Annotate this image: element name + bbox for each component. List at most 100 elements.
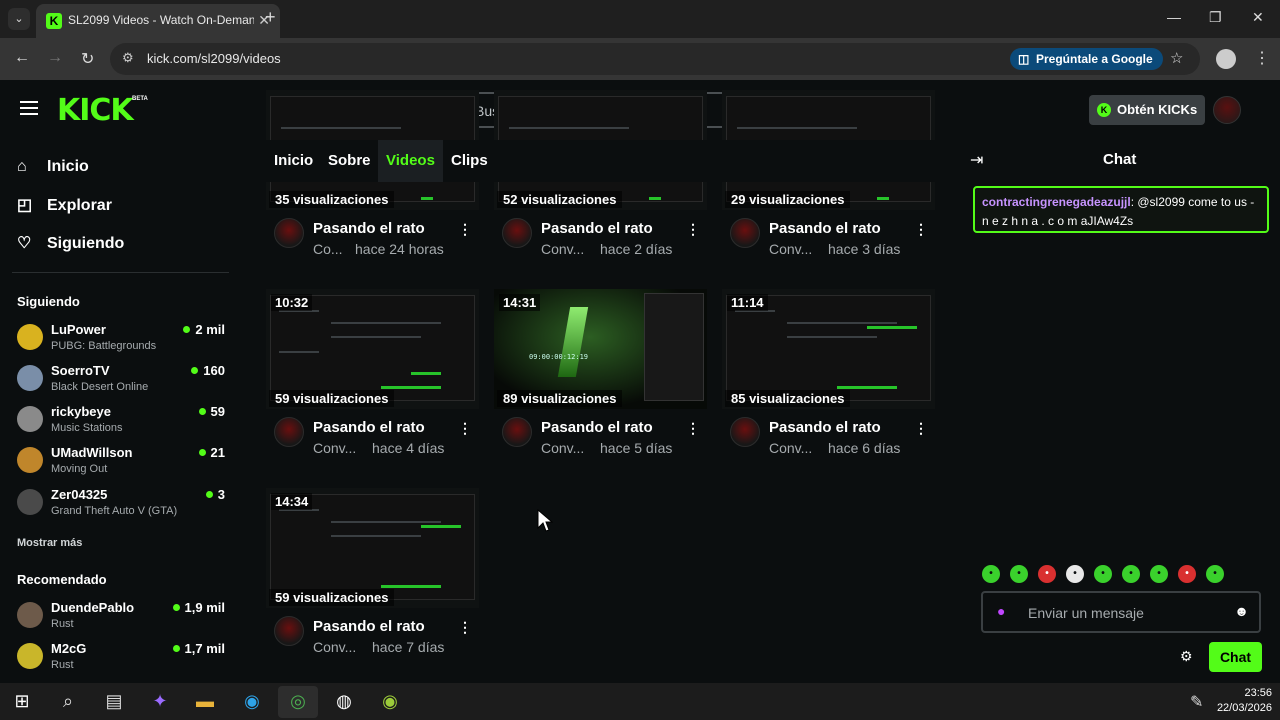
channel-item[interactable]: M2cG Rust 1,7 mil — [17, 641, 227, 677]
channel-item[interactable]: rickybeye Music Stations 59 — [17, 404, 227, 440]
sidebar-label: Inicio — [47, 158, 89, 175]
hamburger-menu-icon[interactable] — [20, 101, 38, 115]
video-meta-category: Co... — [313, 241, 343, 257]
video-title[interactable]: Pasando el rato — [313, 618, 425, 635]
clock[interactable]: 23:56 22/03/2026 — [1217, 686, 1272, 716]
bookmark-star-icon[interactable]: ☆ — [1170, 49, 1183, 67]
tab-title: SL2099 Videos - Watch On-Demand — [68, 13, 254, 27]
channel-item[interactable]: Zer04325 Grand Theft Auto V (GTA) 3 — [17, 487, 227, 523]
emote-icon[interactable]: • — [1094, 565, 1112, 583]
collapse-chat-icon[interactable]: ⇥ — [970, 150, 983, 170]
channel-avatar[interactable] — [730, 417, 760, 447]
video-thumbnail[interactable]: 11:14 85 visualizaciones — [722, 289, 935, 409]
emote-icon[interactable]: • — [1150, 565, 1168, 583]
browser-tab[interactable]: K SL2099 Videos - Watch On-Demand ✕ — [36, 4, 280, 38]
show-more-link[interactable]: Mostrar más — [17, 537, 82, 549]
chat-message[interactable]: contractingrenegadeazujjl: @sl2099 come … — [973, 186, 1269, 233]
channel-avatar[interactable] — [502, 218, 532, 248]
video-card[interactable]: 14:34 59 visualizaciones Pasando el rato… — [266, 488, 479, 658]
emoji-picker-icon[interactable]: ☻ — [1234, 603, 1249, 619]
more-options-icon[interactable]: ⋮ — [686, 221, 700, 238]
new-tab-button[interactable]: + — [265, 7, 276, 28]
channel-item[interactable]: UMadWillson Moving Out 21 — [17, 445, 227, 481]
video-title[interactable]: Pasando el rato — [541, 419, 653, 436]
channel-item[interactable]: SoerroTV Black Desert Online 160 — [17, 363, 227, 399]
windows-start-icon[interactable]: ⊞ — [10, 689, 34, 713]
channel-name: M2cG — [51, 641, 87, 656]
emote-icon[interactable]: • — [1010, 565, 1028, 583]
microphone-icon[interactable]: ● — [997, 603, 1005, 619]
video-title[interactable]: Pasando el rato — [769, 419, 881, 436]
more-options-icon[interactable]: ⋮ — [458, 420, 472, 437]
obs-icon[interactable]: ◍ — [332, 689, 356, 713]
sidebar-item-siguiendo[interactable]: ♡ Siguiendo — [17, 233, 124, 257]
video-thumbnail[interactable]: 10:32 59 visualizaciones — [266, 289, 479, 409]
url-text[interactable]: kick.com/sl2099/videos — [147, 51, 281, 66]
emote-icon[interactable]: • — [1038, 565, 1056, 583]
ask-google-button[interactable]: ◫ Pregúntale a Google — [1010, 48, 1163, 70]
more-options-icon[interactable]: ⋮ — [458, 221, 472, 238]
tab-clips[interactable]: Clips — [451, 152, 488, 169]
more-options-icon[interactable]: ⋮ — [914, 221, 928, 238]
app-icon[interactable]: ◉ — [378, 689, 402, 713]
tab-videos[interactable]: Videos — [386, 152, 435, 169]
emote-icon[interactable]: • — [1178, 565, 1196, 583]
chat-settings-gear-icon[interactable]: ⚙ — [1180, 648, 1193, 665]
channel-category: Black Desert Online — [51, 381, 149, 393]
video-card[interactable]: 11:14 85 visualizaciones Pasando el rato… — [722, 289, 935, 459]
video-thumbnail[interactable]: 14:34 59 visualizaciones — [266, 488, 479, 608]
file-explorer-icon[interactable]: ▬ — [193, 689, 217, 713]
video-title[interactable]: Pasando el rato — [313, 419, 425, 436]
kick-logo[interactable]: KICK — [57, 93, 134, 128]
copilot-icon[interactable]: ✦ — [148, 689, 172, 713]
browser-menu-icon[interactable]: ⋮ — [1254, 48, 1270, 68]
user-avatar[interactable] — [1213, 96, 1241, 124]
emote-icon[interactable]: • — [982, 565, 1000, 583]
video-title[interactable]: Pasando el rato — [769, 220, 881, 237]
emote-icon[interactable]: • — [1066, 565, 1084, 583]
channel-avatar[interactable] — [730, 218, 760, 248]
emote-icon[interactable]: • — [1122, 565, 1140, 583]
video-card[interactable]: 09:00:00:12:19 14:31 89 visualizaciones … — [494, 289, 707, 459]
sidebar-item-explorar[interactable]: ◰ Explorar — [17, 195, 112, 219]
video-title[interactable]: Pasando el rato — [541, 220, 653, 237]
channel-avatar[interactable] — [502, 417, 532, 447]
channel-item[interactable]: DuendePablo Rust 1,9 mil — [17, 600, 227, 636]
video-card[interactable]: 10:32 59 visualizaciones Pasando el rato… — [266, 289, 479, 459]
channel-avatar[interactable] — [274, 417, 304, 447]
chat-username[interactable]: contractingrenegadeazujjl — [982, 195, 1131, 209]
task-view-icon[interactable]: ▤ — [102, 689, 126, 713]
back-button[interactable]: ← — [14, 49, 30, 67]
tab-inicio[interactable]: Inicio — [274, 152, 313, 169]
emote-icon[interactable]: • — [1206, 565, 1224, 583]
channel-item[interactable]: LuPower PUBG: Battlegrounds 2 mil — [17, 322, 227, 358]
video-title[interactable]: Pasando el rato — [313, 220, 425, 237]
channel-avatar[interactable] — [274, 218, 304, 248]
edge-icon[interactable]: ◉ — [240, 689, 264, 713]
sidebar-divider — [12, 272, 229, 273]
chat-message-input[interactable]: ● Enviar un mensaje ☻ — [981, 591, 1261, 633]
address-bar[interactable]: ⚙ kick.com/sl2099/videos ◫ Pregúntale a … — [110, 43, 1200, 75]
search-taskbar-icon[interactable]: ⌕ — [56, 689, 80, 713]
video-meta-age: hace 2 días — [600, 241, 673, 257]
video-thumbnail[interactable]: 09:00:00:12:19 14:31 89 visualizaciones — [494, 289, 707, 409]
channel-avatar[interactable] — [274, 616, 304, 646]
tab-sobre[interactable]: Sobre — [328, 152, 371, 169]
chat-title: Chat — [1103, 151, 1137, 168]
maximize-button[interactable]: ❐ — [1209, 9, 1222, 26]
reload-button[interactable]: ↻ — [81, 49, 94, 69]
chrome-icon[interactable]: ◎ — [286, 689, 310, 713]
forward-button[interactable]: → — [47, 49, 63, 67]
get-kicks-button[interactable]: K Obtén KICKs — [1089, 95, 1205, 125]
site-info-icon[interactable]: ⚙ — [122, 50, 134, 66]
send-chat-button[interactable]: Chat — [1209, 642, 1262, 672]
browser-profile-avatar[interactable] — [1216, 49, 1236, 69]
pen-icon[interactable]: ✎ — [1190, 692, 1203, 712]
more-options-icon[interactable]: ⋮ — [914, 420, 928, 437]
sidebar-item-inicio[interactable]: ⌂ Inicio — [17, 158, 89, 182]
more-options-icon[interactable]: ⋮ — [686, 420, 700, 437]
close-window-button[interactable]: ✕ — [1252, 9, 1264, 26]
tab-search-button[interactable]: ⌄ — [8, 8, 30, 30]
more-options-icon[interactable]: ⋮ — [458, 619, 472, 636]
minimize-button[interactable]: — — [1167, 9, 1181, 25]
